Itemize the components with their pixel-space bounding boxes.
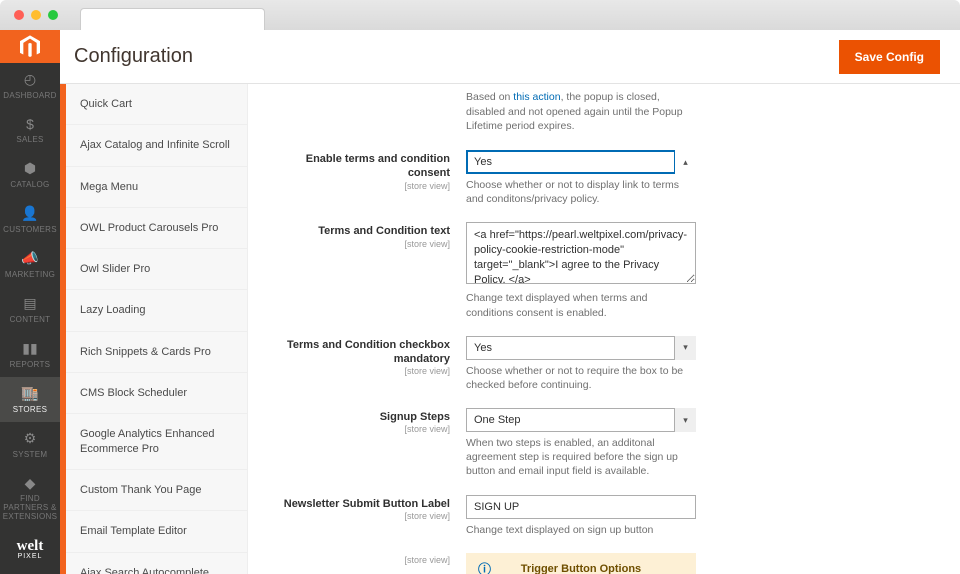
magento-logo[interactable] [0, 30, 60, 63]
store-icon: 🏬 [21, 385, 38, 402]
browser-chrome [0, 0, 960, 30]
subnav-ajax-catalog[interactable]: Ajax Catalog and Infinite Scroll [66, 125, 247, 166]
nav-stores[interactable]: 🏬STORES [0, 377, 60, 422]
window-close-dot[interactable] [14, 10, 24, 20]
page-icon: ▤ [23, 295, 36, 312]
gauge-icon: ◴ [24, 71, 36, 88]
subnav-ajax-search[interactable]: Ajax Search Autocomplete [66, 553, 247, 574]
person-icon: 👤 [21, 205, 38, 222]
info-icon: ⓘ [478, 559, 491, 574]
subnav-rich-snippets[interactable]: Rich Snippets & Cards Pro [66, 332, 247, 373]
nav-catalog[interactable]: ⬢CATALOG [0, 152, 60, 197]
consent-label: Enable terms and condition consent [278, 152, 450, 181]
subnav-ga-enhanced[interactable]: Google Analytics Enhanced Ecommerce Pro [66, 414, 247, 470]
nav-reports[interactable]: ▮▮REPORTS [0, 332, 60, 377]
page-title: Configuration [74, 45, 193, 68]
submit-hint: Change text displayed on sign up button [466, 523, 696, 537]
nav-content[interactable]: ▤CONTENT [0, 287, 60, 332]
subnav-quick-cart[interactable]: Quick Cart [66, 84, 247, 125]
subnav-lazy-loading[interactable]: Lazy Loading [66, 290, 247, 331]
steps-label: Signup Steps [278, 410, 450, 424]
megaphone-icon: 📣 [21, 250, 38, 267]
consent-select[interactable]: Yes [466, 150, 696, 174]
consent-hint: Choose whether or not to display link to… [466, 178, 696, 206]
nav-marketing[interactable]: 📣MARKETING [0, 242, 60, 287]
trigger-options-banner: ⓘ Trigger Button Options [466, 553, 696, 574]
subnav-email-template[interactable]: Email Template Editor [66, 511, 247, 552]
nav-customers[interactable]: 👤CUSTOMERS [0, 197, 60, 242]
mandatory-hint: Choose whether or not to require the box… [466, 364, 696, 392]
action-link[interactable]: this action [513, 91, 560, 103]
nav-partners[interactable]: ◆FIND PARTNERS & EXTENSIONS [0, 467, 60, 529]
admin-sidebar: ◴DASHBOARD $SALES ⬢CATALOG 👤CUSTOMERS 📣M… [0, 30, 60, 574]
mandatory-select[interactable]: Yes [466, 336, 696, 360]
tctext-label: Terms and Condition text [278, 224, 450, 238]
subnav-cms-block[interactable]: CMS Block Scheduler [66, 373, 247, 414]
top-hint: Based on this action, the popup is close… [466, 90, 696, 134]
tctext-textarea[interactable]: <a href="https://pearl.weltpixel.com/pri… [466, 222, 696, 284]
tctext-hint: Change text displayed when terms and con… [466, 291, 696, 319]
subnav-owl-carousels[interactable]: OWL Product Carousels Pro [66, 208, 247, 249]
subnav-thank-you[interactable]: Custom Thank You Page [66, 470, 247, 511]
subnav-owl-slider[interactable]: Owl Slider Pro [66, 249, 247, 290]
box-icon: ⬢ [24, 160, 36, 177]
partners-icon: ◆ [25, 475, 36, 492]
gear-icon: ⚙ [24, 430, 37, 447]
save-config-button[interactable]: Save Config [839, 40, 940, 74]
window-minimize-dot[interactable] [31, 10, 41, 20]
window-zoom-dot[interactable] [48, 10, 58, 20]
nav-sales[interactable]: $SALES [0, 108, 60, 152]
submit-label-input[interactable] [466, 495, 696, 519]
steps-hint: When two steps is enabled, an additonal … [466, 436, 696, 479]
submit-label-label: Newsletter Submit Button Label [278, 497, 450, 511]
dollar-icon: $ [26, 116, 34, 132]
nav-dashboard[interactable]: ◴DASHBOARD [0, 63, 60, 108]
browser-tab[interactable] [80, 8, 265, 30]
form-area: Based on this action, the popup is close… [248, 84, 960, 574]
mandatory-label: Terms and Condition checkbox mandatory [278, 338, 450, 367]
brand-logo: welt PIXEL [17, 530, 44, 574]
config-subnav: Quick Cart Ajax Catalog and Infinite Scr… [66, 84, 248, 574]
steps-select[interactable]: One Step [466, 408, 696, 432]
subnav-mega-menu[interactable]: Mega Menu [66, 167, 247, 208]
page-header: Configuration Save Config [60, 30, 960, 84]
chart-icon: ▮▮ [22, 340, 37, 357]
nav-system[interactable]: ⚙SYSTEM [0, 422, 60, 467]
